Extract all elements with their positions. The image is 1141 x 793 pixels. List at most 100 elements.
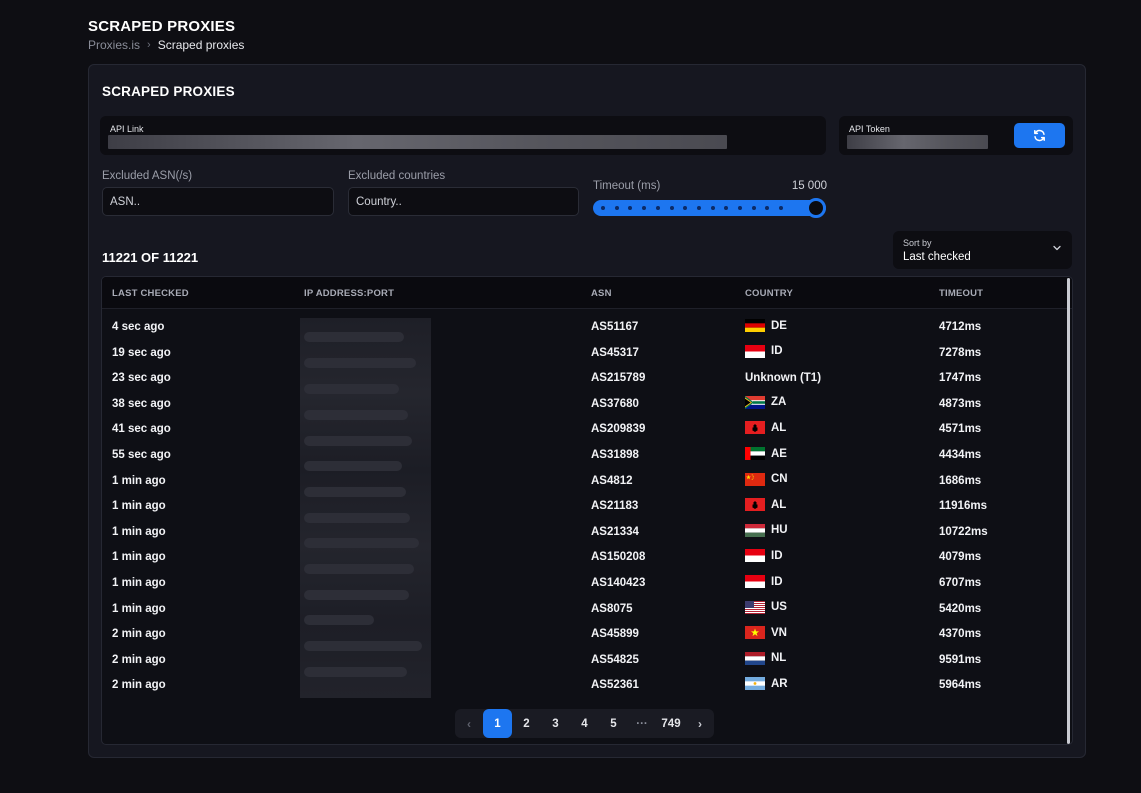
country-code: Unknown (T1) bbox=[745, 372, 822, 385]
cell-timeout: 5420ms bbox=[939, 602, 982, 615]
pagination-page-3[interactable]: 3 bbox=[541, 709, 570, 738]
country-code: ID bbox=[771, 549, 783, 562]
sort-by-dropdown[interactable]: Sort by Last checked bbox=[893, 231, 1072, 269]
cell-country: ID bbox=[745, 575, 783, 588]
excluded-asn-label: Excluded ASN(/s) bbox=[102, 170, 193, 182]
cell-timeout: 4712ms bbox=[939, 321, 982, 333]
timeout-value: 15 000 bbox=[791, 180, 827, 192]
cell-country: ID bbox=[745, 549, 783, 563]
cell-asn: AS8075 bbox=[591, 602, 633, 615]
slider-step-dot bbox=[683, 206, 688, 210]
api-link-field[interactable]: API Link bbox=[100, 116, 826, 155]
country-code: ID bbox=[771, 345, 783, 358]
slider-step-dot bbox=[601, 206, 605, 210]
timeout-label: Timeout (ms) bbox=[593, 180, 661, 192]
pagination-page-4[interactable]: 4 bbox=[570, 709, 599, 738]
pagination-page-1[interactable]: 1 bbox=[483, 709, 512, 738]
pagination-next-button[interactable]: › bbox=[686, 709, 714, 738]
country-code: VN bbox=[771, 626, 787, 639]
excluded-countries-label: Excluded countries bbox=[348, 170, 446, 182]
cell-country: AL bbox=[745, 421, 786, 435]
flag-ar-icon bbox=[745, 677, 765, 691]
country-code: US bbox=[771, 601, 787, 614]
breadcrumb-separator: › bbox=[147, 39, 151, 51]
scraped-proxies-card: SCRAPED PROXIES API Link API Token Exclu… bbox=[88, 64, 1086, 758]
cell-last-checked: 41 sec ago bbox=[112, 423, 171, 436]
pagination-prev-button[interactable]: ‹ bbox=[455, 709, 483, 738]
page-title: SCRAPED PROXIES bbox=[88, 18, 236, 35]
table-row: 2 min ago AS52361 AR 5964ms bbox=[102, 673, 1072, 698]
cell-asn: AS21183 bbox=[591, 500, 639, 513]
api-link-masked-value bbox=[108, 135, 727, 149]
cell-asn: AS4812 bbox=[591, 474, 633, 487]
cell-timeout: 4571ms bbox=[939, 423, 982, 436]
excluded-countries-input[interactable] bbox=[348, 187, 579, 216]
cell-timeout: 7278ms bbox=[939, 346, 982, 359]
pagination-page-5[interactable]: 5 bbox=[599, 709, 628, 738]
cell-country: HU bbox=[745, 523, 788, 537]
cell-last-checked: 2 min ago bbox=[112, 628, 166, 641]
breadcrumb-root-link[interactable]: Proxies.is bbox=[88, 38, 140, 52]
header-country[interactable]: COUNTRY bbox=[745, 288, 793, 299]
ip-address-redacted-column bbox=[300, 318, 431, 698]
country-code: NL bbox=[771, 652, 787, 665]
api-token-field[interactable]: API Token bbox=[839, 116, 1073, 155]
cell-asn: AS209839 bbox=[591, 423, 646, 436]
table-row: 1 min ago AS21183 AL 11916ms bbox=[102, 494, 1072, 519]
cell-timeout: 11916ms bbox=[939, 500, 987, 513]
results-count: 11221 OF 11221 bbox=[102, 250, 199, 265]
country-code: HU bbox=[771, 524, 788, 537]
timeout-slider-thumb[interactable] bbox=[806, 198, 826, 218]
cell-timeout: 5964ms bbox=[939, 679, 982, 692]
flag-id-icon bbox=[745, 549, 765, 563]
cell-timeout: 4434ms bbox=[939, 449, 982, 461]
slider-step-dot bbox=[710, 206, 715, 210]
table-row: 1 min ago AS8075 US 5420ms bbox=[102, 597, 1072, 622]
cell-last-checked: 1 min ago bbox=[112, 525, 166, 538]
breadcrumb-current: Scraped proxies bbox=[157, 38, 245, 52]
header-asn[interactable]: ASN bbox=[591, 288, 612, 299]
table-row: 55 sec ago AS31898 AE 4434ms bbox=[102, 443, 1072, 468]
refresh-icon bbox=[1034, 129, 1045, 142]
slider-step-dot bbox=[738, 206, 742, 210]
cell-timeout: 9591ms bbox=[939, 653, 982, 666]
excluded-asn-input[interactable] bbox=[102, 187, 334, 216]
table-row: 1 min ago AS140423 ID 6707ms bbox=[102, 571, 1072, 596]
slider-step-dot bbox=[669, 206, 674, 210]
header-last-checked[interactable]: LAST CHECKED bbox=[112, 288, 189, 299]
slider-step-dot bbox=[765, 206, 770, 210]
slider-step-dot bbox=[642, 206, 647, 210]
slider-step-dot bbox=[751, 206, 756, 210]
cell-asn: AS31898 bbox=[591, 449, 639, 461]
flag-al-icon bbox=[745, 421, 765, 435]
flag-nl-icon bbox=[745, 651, 765, 665]
refresh-token-button[interactable] bbox=[1014, 123, 1065, 148]
page-header: SCRAPED PROXIES Proxies.is › Scraped pro… bbox=[88, 18, 244, 52]
cell-country: US bbox=[745, 600, 787, 614]
timeout-slider[interactable] bbox=[593, 198, 826, 218]
table-row: 38 sec ago AS37680 ZA 4873ms bbox=[102, 392, 1072, 417]
flag-id-icon bbox=[745, 575, 765, 588]
cell-country: VN bbox=[745, 626, 787, 640]
cell-timeout: 4370ms bbox=[939, 628, 982, 641]
flag-al-icon bbox=[745, 498, 765, 512]
header-ip-address[interactable]: IP ADDRESS:PORT bbox=[304, 288, 394, 299]
sort-by-label: Sort by bbox=[903, 238, 932, 248]
breadcrumb: Proxies.is › Scraped proxies bbox=[88, 38, 244, 52]
pagination-page-last[interactable]: 749 bbox=[656, 709, 686, 738]
cell-last-checked: 19 sec ago bbox=[112, 346, 171, 359]
slider-step-dot bbox=[779, 206, 784, 210]
cell-last-checked: 2 min ago bbox=[112, 679, 166, 692]
cell-country: CN bbox=[745, 472, 788, 486]
chevron-down-icon bbox=[1053, 245, 1061, 251]
cell-asn: AS215789 bbox=[591, 372, 646, 385]
header-timeout[interactable]: TIMEOUT bbox=[939, 288, 983, 299]
cell-country: AE bbox=[745, 447, 787, 460]
table-scrollbar[interactable] bbox=[1067, 278, 1070, 744]
cell-last-checked: 2 min ago bbox=[112, 653, 166, 666]
flag-vn-icon bbox=[745, 626, 765, 640]
flag-de-icon bbox=[745, 319, 765, 332]
pagination-page-2[interactable]: 2 bbox=[512, 709, 541, 738]
cell-timeout: 4873ms bbox=[939, 397, 982, 410]
card-title: SCRAPED PROXIES bbox=[102, 84, 235, 99]
